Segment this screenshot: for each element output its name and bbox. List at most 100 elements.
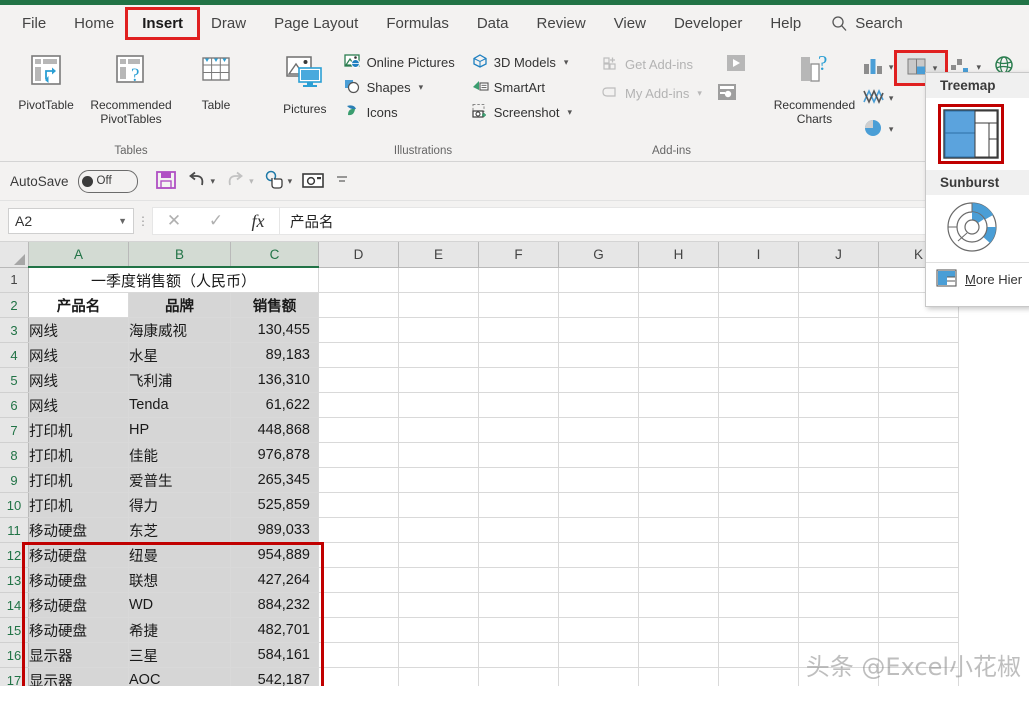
save-button[interactable] (152, 167, 180, 196)
cell-empty[interactable] (719, 493, 799, 518)
cell-empty[interactable] (399, 418, 479, 443)
customize-qat-button[interactable] (331, 170, 353, 193)
cell-empty[interactable] (559, 518, 639, 543)
cell-empty[interactable] (559, 593, 639, 618)
cell-brand[interactable]: WD (129, 593, 231, 618)
row-header-16[interactable]: 16 (0, 643, 29, 668)
cell-brand[interactable]: 东芝 (129, 518, 231, 543)
cell-empty[interactable] (399, 518, 479, 543)
chevron-down-icon[interactable]: ▾ (889, 93, 894, 104)
cell-empty[interactable] (639, 267, 719, 293)
cell-empty[interactable] (479, 643, 559, 668)
cell-empty[interactable] (479, 493, 559, 518)
cell-empty[interactable] (479, 368, 559, 393)
tab-insert[interactable]: Insert (128, 10, 197, 37)
cell-brand[interactable]: 得力 (129, 493, 231, 518)
tab-home[interactable]: Home (60, 10, 128, 37)
get-addins-button[interactable]: Get Add-ins (598, 51, 751, 78)
cell-empty[interactable] (799, 368, 879, 393)
cell-empty[interactable] (559, 668, 639, 687)
cell-brand[interactable]: 希捷 (129, 618, 231, 643)
cell-empty[interactable] (559, 568, 639, 593)
cell-amount[interactable]: 482,701 (231, 618, 319, 643)
cell-empty[interactable] (479, 518, 559, 543)
cell-empty[interactable] (799, 343, 879, 368)
cell-empty[interactable] (559, 343, 639, 368)
chevron-down-icon[interactable]: ▾ (419, 82, 424, 93)
cell-empty[interactable] (719, 343, 799, 368)
cell-empty[interactable] (639, 668, 719, 687)
store-icon[interactable] (725, 53, 747, 76)
cell-empty[interactable] (559, 393, 639, 418)
cell-product[interactable]: 移动硬盘 (29, 593, 129, 618)
cell-amount[interactable]: 448,868 (231, 418, 319, 443)
pictures-button[interactable]: Pictures (270, 47, 340, 116)
cell-empty[interactable] (319, 293, 399, 318)
cell-amount[interactable]: 136,310 (231, 368, 319, 393)
cell-empty[interactable] (799, 393, 879, 418)
recommended-pivottables-button[interactable]: ? Recommended PivotTables (84, 47, 178, 126)
cell-brand[interactable]: 三星 (129, 643, 231, 668)
select-all-corner[interactable] (0, 242, 29, 267)
cell-empty[interactable] (559, 418, 639, 443)
cell-empty[interactable] (399, 343, 479, 368)
column-header-i[interactable]: I (719, 242, 799, 267)
cell-empty[interactable] (399, 443, 479, 468)
cell-empty[interactable] (639, 443, 719, 468)
cell-empty[interactable] (639, 493, 719, 518)
pivottable-button[interactable]: PivotTable (8, 47, 84, 112)
cell-empty[interactable] (879, 618, 959, 643)
cell-empty[interactable] (639, 593, 719, 618)
chevron-down-icon[interactable]: ▾ (564, 57, 569, 68)
cell-amount[interactable]: 61,622 (231, 393, 319, 418)
cell-empty[interactable] (719, 593, 799, 618)
cell-empty[interactable] (719, 518, 799, 543)
cell-empty[interactable] (399, 593, 479, 618)
cell-empty[interactable] (719, 318, 799, 343)
cell-brand[interactable]: Tenda (129, 393, 231, 418)
smartart-button[interactable]: SmartArt (467, 76, 576, 99)
cell-brand[interactable]: 爱普生 (129, 468, 231, 493)
cell-empty[interactable] (879, 543, 959, 568)
column-header-a[interactable]: A (29, 242, 129, 267)
cell-empty[interactable] (719, 418, 799, 443)
cell-empty[interactable] (399, 267, 479, 293)
cell-amount[interactable]: 884,232 (231, 593, 319, 618)
cell-empty[interactable] (719, 443, 799, 468)
cell-empty[interactable] (319, 468, 399, 493)
cell-empty[interactable] (399, 543, 479, 568)
row-header-5[interactable]: 5 (0, 368, 29, 393)
cell-header-amount[interactable]: 销售额 (231, 293, 319, 318)
cancel-icon[interactable]: ✕ (153, 211, 195, 231)
sunburst-chart-option[interactable] (946, 201, 998, 256)
cell-empty[interactable] (399, 368, 479, 393)
tab-data[interactable]: Data (463, 10, 523, 37)
cell-empty[interactable] (879, 318, 959, 343)
cell-empty[interactable] (559, 318, 639, 343)
cell-empty[interactable] (719, 368, 799, 393)
cell-empty[interactable] (799, 518, 879, 543)
cell-empty[interactable] (399, 618, 479, 643)
cell-amount[interactable]: 130,455 (231, 318, 319, 343)
cell-empty[interactable] (879, 418, 959, 443)
cell-empty[interactable] (319, 343, 399, 368)
cell-brand[interactable]: 联想 (129, 568, 231, 593)
cell-empty[interactable] (719, 643, 799, 668)
row-header-13[interactable]: 13 (0, 568, 29, 593)
cell-empty[interactable] (319, 593, 399, 618)
tab-page-layout[interactable]: Page Layout (260, 10, 372, 37)
cell-brand[interactable]: 飞利浦 (129, 368, 231, 393)
cell-empty[interactable] (639, 618, 719, 643)
cell-empty[interactable] (799, 468, 879, 493)
cell-empty[interactable] (639, 418, 719, 443)
row-header-4[interactable]: 4 (0, 343, 29, 368)
cell-empty[interactable] (719, 668, 799, 687)
cell-empty[interactable] (479, 568, 559, 593)
recommended-charts-button[interactable]: ? Recommended Charts (769, 47, 860, 126)
tab-review[interactable]: Review (523, 10, 600, 37)
row-header-3[interactable]: 3 (0, 318, 29, 343)
row-header-17[interactable]: 17 (0, 668, 29, 687)
line-chart-button[interactable]: ▾ (860, 84, 896, 112)
cell-empty[interactable] (319, 543, 399, 568)
cell-amount[interactable]: 989,033 (231, 518, 319, 543)
